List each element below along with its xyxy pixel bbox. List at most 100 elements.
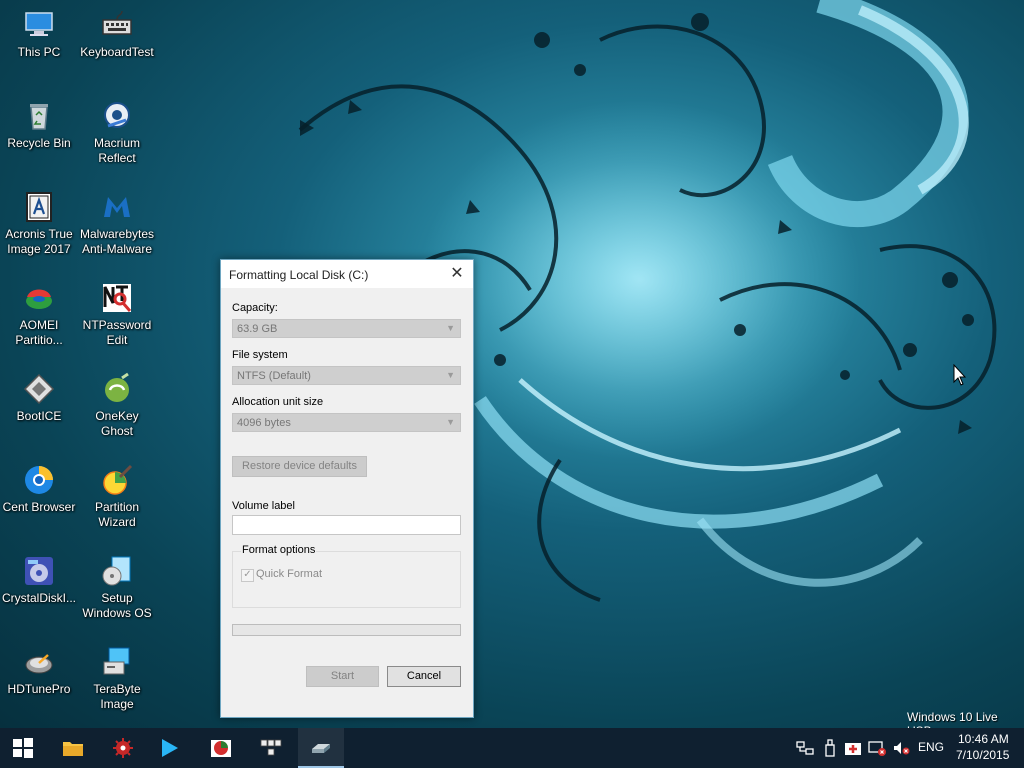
desktop-icon-partition-wizard[interactable]: Partition Wizard <box>78 463 156 530</box>
desktop-icon-label: Recycle Bin <box>7 136 71 150</box>
taskbar-app-red[interactable] <box>100 728 146 768</box>
desktop-icon-aomei[interactable]: AOMEI Partitio... <box>0 281 78 348</box>
capacity-select[interactable]: 63.9 GB ▼ <box>232 319 461 338</box>
bootice-icon <box>23 373 55 405</box>
folder-icon <box>63 742 83 756</box>
keyboard-icon <box>102 10 132 35</box>
desktop-icon-cent-browser[interactable]: Cent Browser <box>0 463 78 515</box>
desktop-icon-label: OneKey Ghost <box>95 409 139 438</box>
start-button[interactable]: Start <box>306 666 379 687</box>
capacity-value: 63.9 GB <box>237 323 278 335</box>
volume-tray-icon[interactable] <box>892 739 910 757</box>
taskbar-partition-tool[interactable] <box>198 728 244 768</box>
desktop-icon-label: HDTunePro <box>7 682 71 696</box>
clock-time[interactable]: 10:46 AM <box>958 732 1009 746</box>
desktop-icon-label: This PC <box>17 45 61 59</box>
recycle-bin-icon <box>30 104 48 130</box>
windows-logo-icon <box>13 738 33 758</box>
dialog-title: Formatting Local Disk (C:) <box>229 268 369 282</box>
dialog-titlebar[interactable]: Formatting Local Disk (C:) ✕ <box>221 260 473 288</box>
ntpassword-icon <box>103 284 132 312</box>
restore-defaults-button[interactable]: Restore device defaults <box>232 456 367 477</box>
clock-date[interactable]: 7/10/2015 <box>956 748 1009 762</box>
network-icon <box>796 741 814 755</box>
keyboard-keys-icon <box>260 739 282 756</box>
acronis-icon <box>26 192 52 222</box>
cent-browser-icon <box>25 466 53 494</box>
ghost-icon <box>105 372 129 402</box>
desktop-icon-crystaldiskinfo[interactable]: CrystalDiskI... <box>0 554 78 606</box>
desktop-icon-label: AOMEI Partitio... <box>15 318 63 347</box>
taskbar: ENG 10:46 AM 7/10/2015 <box>0 728 1024 768</box>
taskbar-media-player[interactable] <box>146 728 192 768</box>
first-aid-icon <box>845 743 861 755</box>
firstaid-tray-icon[interactable] <box>844 739 862 757</box>
aomei-icon <box>26 289 52 309</box>
allocation-label: Allocation unit size <box>232 396 324 408</box>
allocation-select[interactable]: 4096 bytes ▼ <box>232 413 461 432</box>
desktop-icon-label: Malwarebytes Anti-Malware <box>79 227 155 256</box>
cancel-button[interactable]: Cancel <box>387 666 461 687</box>
desktop-icon-label: Macrium Reflect <box>93 136 140 165</box>
taskbar-keyboardtest[interactable] <box>248 728 294 768</box>
desktop-icon-hdtunepro[interactable]: HDTunePro <box>0 645 78 697</box>
desktop-icon-terabyte-image[interactable]: TeraByte Image <box>78 645 156 712</box>
taskbar-file-explorer[interactable] <box>50 728 96 768</box>
speaker-muted-icon <box>894 742 910 755</box>
desktop-icon-keyboardtest[interactable]: KeyboardTest <box>78 8 156 60</box>
usb-tray-icon[interactable] <box>821 739 839 757</box>
hdtune-icon <box>25 654 53 674</box>
desktop-icon-this-pc[interactable]: This PC <box>0 8 78 60</box>
format-options-group: Format options ✓ Quick Format <box>232 544 461 608</box>
format-dialog: Formatting Local Disk (C:) ✕ Capacity: 6… <box>220 259 474 718</box>
format-progress-bar <box>232 624 461 636</box>
malwarebytes-icon <box>104 197 130 217</box>
desktop-icon-label: Acronis True Image 2017 <box>5 227 73 256</box>
macrium-reflect-icon <box>104 102 130 128</box>
terabyte-icon <box>103 647 130 675</box>
desktop-icon-label: BootICE <box>16 409 62 423</box>
chevron-down-icon: ▼ <box>446 323 455 333</box>
partition-wizard-icon <box>103 464 133 495</box>
input-language-indicator[interactable]: ENG <box>918 740 944 754</box>
desktop-icon-onekey-ghost[interactable]: OneKey Ghost <box>78 372 156 439</box>
desktop-icon-label: Partition Wizard <box>94 500 140 529</box>
computer-icon <box>25 12 53 36</box>
chevron-down-icon: ▼ <box>446 417 455 427</box>
crystaldisk-icon <box>25 557 53 585</box>
capacity-label: Capacity: <box>232 302 278 314</box>
filesystem-value: NTFS (Default) <box>237 370 311 382</box>
filesystem-label: File system <box>232 349 288 361</box>
allocation-value: 4096 bytes <box>237 417 291 429</box>
setup-disc-icon <box>102 556 131 586</box>
quick-format-label: Quick Format <box>256 568 323 580</box>
desktop-icon-bootice[interactable]: BootICE <box>0 372 78 424</box>
disk-chart-icon <box>211 740 231 757</box>
desktop-icon-macrium-reflect[interactable]: Macrium Reflect <box>78 99 156 166</box>
close-icon[interactable]: ✕ <box>447 264 467 284</box>
desktop-icon-label: KeyboardTest <box>80 45 154 59</box>
desktop-icon-label: CrystalDiskI... <box>1 591 76 605</box>
desktop-icon-label: Cent Browser <box>2 500 76 514</box>
desktop-icon-ntpassword[interactable]: NTPassword Edit <box>78 281 156 348</box>
gear-bug-icon <box>113 738 133 758</box>
desktop-icon-label: TeraByte Image <box>93 682 141 711</box>
desktop-icon-label: NTPassword Edit <box>82 318 152 347</box>
volume-label-input[interactable] <box>232 515 461 535</box>
chevron-down-icon: ▼ <box>446 370 455 380</box>
mouse-cursor-icon <box>953 364 967 386</box>
filesystem-select[interactable]: NTFS (Default) ▼ <box>232 366 461 385</box>
display-tray-icon[interactable] <box>868 739 886 757</box>
desktop-icon-recycle-bin[interactable]: Recycle Bin <box>0 99 78 151</box>
start-button-taskbar[interactable] <box>0 728 46 768</box>
desktop-icon-acronis[interactable]: Acronis True Image 2017 <box>0 190 78 257</box>
desktop-icon-malwarebytes[interactable]: Malwarebytes Anti-Malware <box>78 190 156 257</box>
desktop-icon-label: Setup Windows OS <box>82 591 152 620</box>
format-options-legend: Format options <box>241 544 317 556</box>
desktop-icon-setup-windows[interactable]: Setup Windows OS <box>78 554 156 621</box>
usb-icon <box>825 739 835 757</box>
quick-format-checkbox[interactable]: ✓ <box>241 569 254 582</box>
network-tray-icon[interactable] <box>796 739 814 757</box>
monitor-error-icon <box>868 741 886 756</box>
taskbar-format-drive[interactable] <box>298 728 344 768</box>
